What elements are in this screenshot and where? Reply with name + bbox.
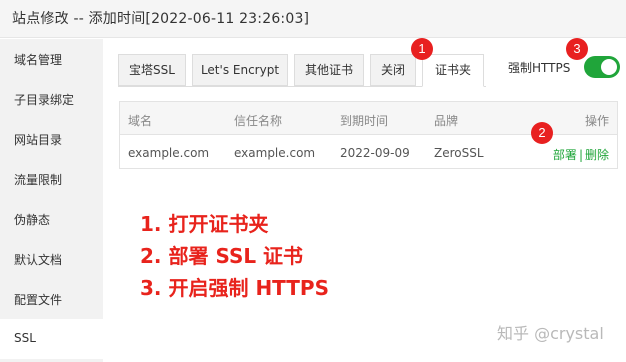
tab-other-cert[interactable]: 其他证书 <box>294 54 364 86</box>
sidebar-item-config-file[interactable]: 配置文件 <box>0 279 103 319</box>
header-domain: 域名 <box>128 114 153 128</box>
sidebar-item-label: 网站目录 <box>14 133 63 147</box>
sidebar-item-label: 配置文件 <box>14 293 63 307</box>
sidebar-item-label: SSL <box>14 331 36 345</box>
dialog-title-bar: 站点修改 -- 添加时间[2022-06-11 23:26:03] <box>0 0 626 38</box>
header-action: 操作 <box>584 114 609 128</box>
toggle-knob <box>601 59 617 75</box>
cell-domain: example.com <box>128 146 210 160</box>
step-3-text: 3. 开启强制 HTTPS <box>140 276 329 300</box>
sidebar: 域名管理 子目录绑定 网站目录 流量限制 伪静态 默认文档 配置文件 SSL <box>0 39 106 362</box>
cell-brand: ZeroSSL <box>434 146 484 160</box>
sidebar-item-label: 子目录绑定 <box>14 93 75 107</box>
step-1-text: 1. 打开证书夹 <box>140 212 269 236</box>
dialog-title: 站点修改 -- 添加时间[2022-06-11 23:26:03] <box>12 11 310 27</box>
cell-trust-name: example.com <box>234 146 316 160</box>
sidebar-item-rewrite[interactable]: 伪静态 <box>0 199 103 239</box>
action-separator: | <box>578 148 583 162</box>
header-trust-name: 信任名称 <box>234 114 283 128</box>
header-expiry: 到期时间 <box>340 114 389 128</box>
cell-actions: 部署 | 删除 <box>553 146 609 163</box>
tab-cert-folder[interactable]: 证书夹 <box>422 54 484 87</box>
delete-link[interactable]: 删除 <box>585 148 609 162</box>
sidebar-item-traffic-limit[interactable]: 流量限制 <box>0 159 103 199</box>
header-brand: 品牌 <box>434 114 459 128</box>
sidebar-item-default-doc[interactable]: 默认文档 <box>0 239 103 279</box>
step-2-text: 2. 部署 SSL 证书 <box>140 244 304 268</box>
cell-expiry: 2022-09-09 <box>340 146 410 160</box>
tab-baota-ssl[interactable]: 宝塔SSL <box>118 54 186 86</box>
sidebar-item-label: 域名管理 <box>14 53 63 67</box>
deploy-link[interactable]: 部署 <box>553 148 577 162</box>
sidebar-item-label: 默认文档 <box>14 253 63 267</box>
tab-lets-encrypt[interactable]: Let's Encrypt <box>192 54 288 86</box>
sidebar-item-site-directory[interactable]: 网站目录 <box>0 119 103 159</box>
sidebar-item-label: 伪静态 <box>14 213 51 227</box>
sidebar-item-domains[interactable]: 域名管理 <box>0 39 103 79</box>
step-badge-1: 1 <box>411 38 433 60</box>
step-badge-2: 2 <box>531 122 553 144</box>
force-https-toggle[interactable] <box>584 56 620 78</box>
step-badge-3: 3 <box>566 38 588 60</box>
watermark: 知乎 @crystal <box>497 324 604 343</box>
sidebar-item-ssl[interactable]: SSL <box>0 319 106 359</box>
sidebar-item-subdirectory[interactable]: 子目录绑定 <box>0 79 103 119</box>
tab-close[interactable]: 关闭 <box>370 54 416 86</box>
force-https-label: 强制HTTPS <box>508 61 571 75</box>
sidebar-item-label: 流量限制 <box>14 173 63 187</box>
